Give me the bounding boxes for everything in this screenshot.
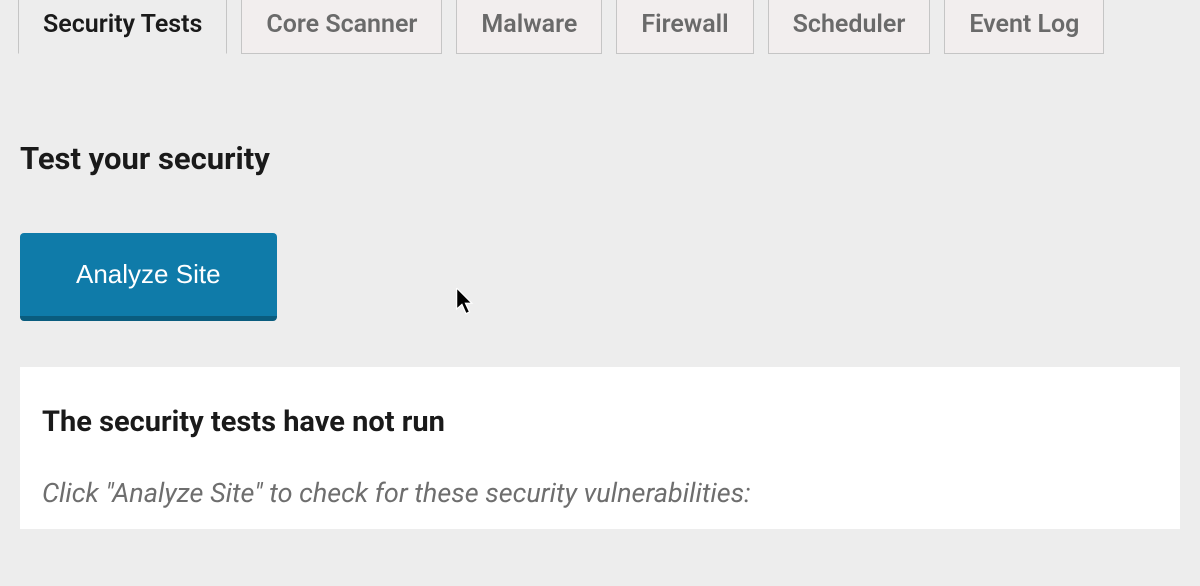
tab-firewall[interactable]: Firewall	[616, 0, 753, 54]
tab-core-scanner[interactable]: Core Scanner	[241, 0, 442, 54]
tab-malware[interactable]: Malware	[456, 0, 602, 54]
results-description: Click "Analyze Site" to check for these …	[42, 477, 1158, 509]
tab-bar: Security Tests Core Scanner Malware Fire…	[0, 0, 1200, 54]
tab-scheduler[interactable]: Scheduler	[768, 0, 931, 54]
analyze-site-button[interactable]: Analyze Site	[20, 233, 277, 321]
content-area: Test your security Analyze Site The secu…	[0, 54, 1200, 529]
tab-security-tests[interactable]: Security Tests	[18, 0, 227, 54]
results-panel: The security tests have not run Click "A…	[20, 367, 1180, 529]
tab-event-log[interactable]: Event Log	[944, 0, 1104, 54]
results-title: The security tests have not run	[42, 405, 1158, 439]
page-heading: Test your security	[20, 140, 1180, 177]
